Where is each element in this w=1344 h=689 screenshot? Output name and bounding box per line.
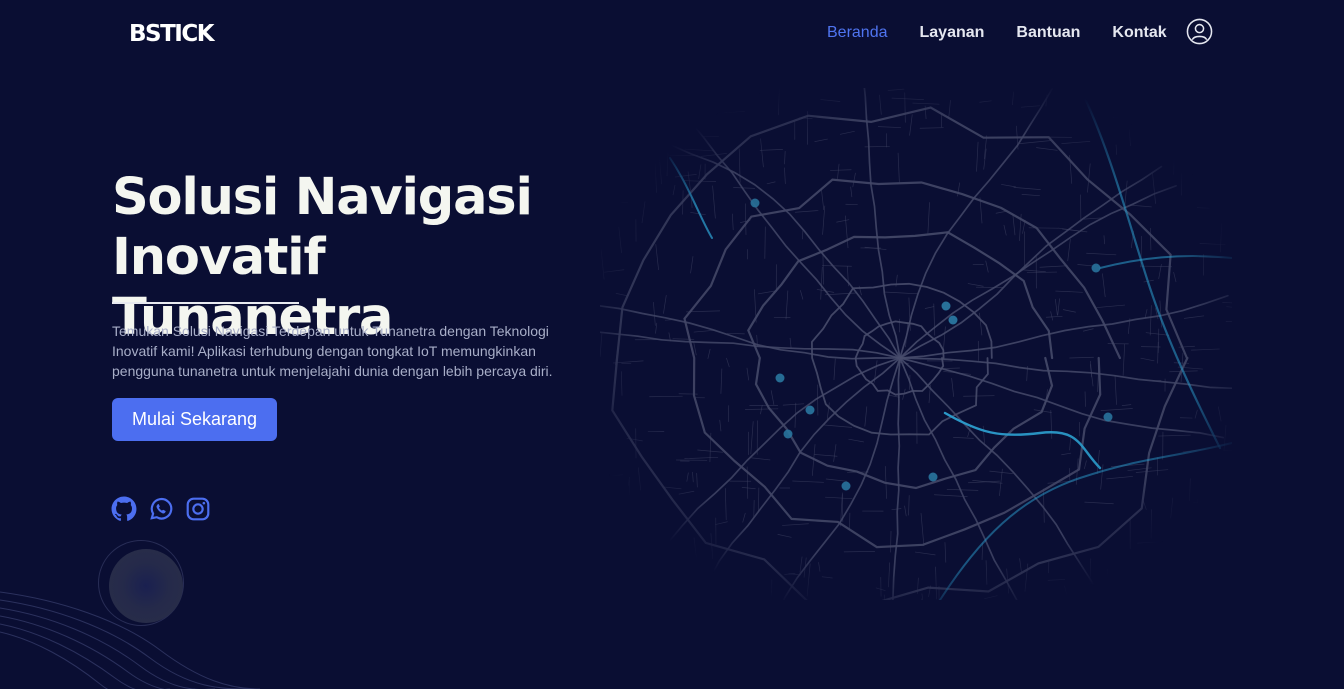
nav-item-layanan[interactable]: Layanan: [920, 22, 985, 44]
decorative-waves: [0, 591, 260, 689]
hero-title-line-1: Solusi Navigasi: [112, 168, 533, 227]
nav-menu: Beranda Layanan Bantuan Kontak: [827, 22, 1199, 44]
city-map-illustration: [600, 88, 1232, 600]
hero-description: Temukan Solusi Navigasi Terdepan untuk T…: [112, 323, 553, 379]
user-circle-icon[interactable]: [1186, 18, 1213, 45]
title-divider: [112, 302, 299, 304]
whatsapp-icon[interactable]: [148, 496, 174, 522]
github-icon[interactable]: [111, 496, 137, 522]
navbar: BSTICK Beranda Layanan Bantuan Kontak: [0, 0, 1344, 68]
nav-item-beranda[interactable]: Beranda: [827, 22, 888, 44]
social-links: [111, 496, 211, 522]
get-started-button[interactable]: Mulai Sekarang: [112, 398, 277, 441]
nav-item-kontak[interactable]: Kontak: [1112, 22, 1166, 44]
brand-logo[interactable]: BSTICK: [129, 20, 215, 48]
nav-item-bantuan[interactable]: Bantuan: [1016, 22, 1080, 44]
instagram-icon[interactable]: [185, 496, 211, 522]
